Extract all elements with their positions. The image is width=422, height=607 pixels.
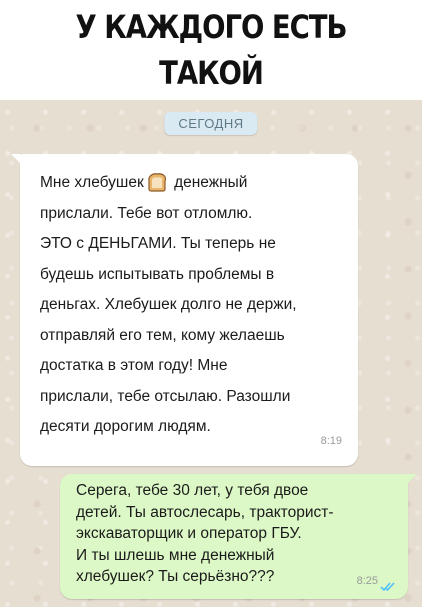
double-check-icon xyxy=(380,582,395,592)
date-separator: СЕГОДНЯ xyxy=(164,112,258,135)
outgoing-message-bubble[interactable]: Серега, тебе 30 лет, у тебя двое детей. … xyxy=(60,474,417,599)
outgoing-message-time: 8:25 xyxy=(356,574,378,587)
incoming-message-bubble[interactable]: Мне хлебушек денежный прислали. Тебе вот… xyxy=(11,154,358,466)
incoming-text-start: Мне хлебушек xyxy=(40,174,144,191)
outgoing-message-text: Серега, тебе 30 лет, у тебя двое детей. … xyxy=(76,482,334,585)
incoming-message-time: 8:19 xyxy=(320,434,342,447)
meme-caption: У КАЖДОГО ЕСТЬ ТАКОЙ ЗНАКОМЫЙ КАК СЕРЕГА xyxy=(75,8,347,184)
incoming-text-rest: денежный прислали. Тебе вот отломлю. ЭТО… xyxy=(40,174,297,435)
incoming-message-text: Мне хлебушек денежный прислали. Тебе вот… xyxy=(40,168,342,443)
bread-icon xyxy=(148,173,166,192)
chat-conversation[interactable]: СЕГОДНЯ Мне хлебушек денежный прислали. … xyxy=(0,100,422,607)
meme-page: У КАЖДОГО ЕСТЬ ТАКОЙ ЗНАКОМЫЙ КАК СЕРЕГА… xyxy=(0,0,422,607)
